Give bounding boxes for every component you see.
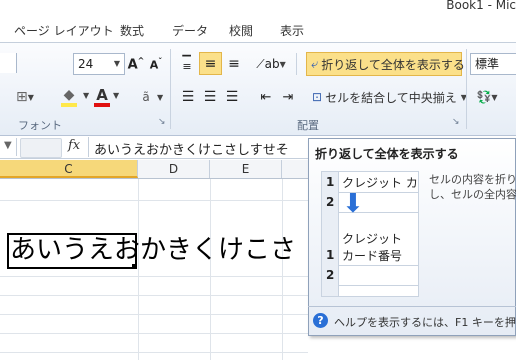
number-format-combo[interactable]: 標準 <box>470 53 516 75</box>
ribbon: 24 ▼ A^ Aˇ ⊞ ▼ ◆ ▼ A ▼ ã ▼ フォント ↘ ▔ ≡ ≡ ≡ … <box>0 43 516 136</box>
fill-color-bar <box>61 103 77 107</box>
row-number: 1 <box>326 175 335 189</box>
window-title: Book1 - Mic <box>446 0 516 12</box>
font-size-combo[interactable]: 24 ▼ <box>73 53 125 75</box>
decrease-indent-button[interactable]: ⇤ <box>256 87 276 107</box>
borders-button[interactable]: ⊞ ▼ <box>10 87 40 107</box>
currency-icon: 💱 <box>476 90 492 104</box>
phonetic-button[interactable]: ã <box>136 87 156 107</box>
chevron-down-icon[interactable]: ▼ <box>113 91 119 100</box>
wrap-text-icon: ⤶ <box>311 56 319 72</box>
align-center-button[interactable]: ☰ <box>200 87 220 107</box>
chevron-down-icon: ▼ <box>491 92 498 102</box>
fill-color-button[interactable]: ◆ <box>56 85 82 109</box>
alignment-group-label: 配置 <box>297 119 319 132</box>
middle-align-button[interactable]: ≡ <box>199 52 222 75</box>
name-box-dropdown-icon[interactable]: ▼ <box>4 140 12 151</box>
alignment-dialog-launcher-icon[interactable]: ↘ <box>452 117 460 127</box>
tab-view[interactable]: 表示 <box>280 22 304 39</box>
align-middle-icon: ≡ <box>204 55 217 72</box>
merge-center-label: セルを結合して中央揃え <box>325 90 457 105</box>
number-format-value: 標準 <box>475 57 500 71</box>
tooltip-desc-line1: セルの内容を折り返 <box>429 173 516 186</box>
chevron-down-icon[interactable]: ▼ <box>157 93 163 102</box>
ribbon-tab-row: ページ レイアウト 数式 データ 校閲 表示 <box>0 18 516 43</box>
down-arrow-icon: ⬇ <box>342 189 364 219</box>
decrease-indent-icon: ⇤ <box>260 89 272 105</box>
grow-font-icon: A^ <box>127 55 145 73</box>
after-cell-line1: クレジット <box>342 232 403 246</box>
tab-review[interactable]: 校閲 <box>229 22 253 39</box>
merge-cells-icon: ⊡ <box>312 90 323 104</box>
align-bottom-icon: ≡ <box>228 56 240 72</box>
top-align-button[interactable]: ▔ ≡ <box>176 53 198 75</box>
font-size-value: 24 <box>78 57 94 71</box>
help-icon: ? <box>313 313 328 328</box>
wrap-text-illustration: 1 2 クレジット カ ⬇ クレジット カード番号 1 2 <box>321 171 419 297</box>
borders-icon: ⊞ <box>16 89 28 105</box>
accounting-format-button[interactable]: 💱 ▼ <box>472 87 502 107</box>
phonetic-icon: ã <box>142 90 150 104</box>
tab-data[interactable]: データ <box>172 22 208 39</box>
tooltip-desc-line2: し、セルの全内容を <box>429 188 516 201</box>
align-right-icon: ☰ <box>225 89 239 105</box>
chevron-down-icon: ▼ <box>27 92 34 102</box>
chevron-down-icon: ▼ <box>113 59 120 68</box>
row-number: 2 <box>326 268 335 282</box>
title-bar: Book1 - Mic <box>0 0 516 18</box>
tab-page-layout[interactable]: ページ レイアウト <box>14 22 114 39</box>
bottom-align-button[interactable]: ≡ <box>223 53 245 75</box>
tooltip-footer: ? ヘルプを表示するには、F1 キーを押し <box>308 306 516 337</box>
wrap-text-button[interactable]: ⤶ 折り返して全体を表示する <box>306 52 465 76</box>
column-header-e[interactable]: E <box>210 160 282 178</box>
increase-indent-icon: ⇥ <box>282 89 294 105</box>
align-top-icon: ▔ ≡ <box>182 55 192 73</box>
cell-text: あいうえおかきくけこさ <box>10 235 297 265</box>
merge-center-button[interactable]: ⊡ セルを結合して中央揃え ▼ <box>308 87 467 107</box>
font-color-icon: A <box>96 86 108 104</box>
grow-font-button[interactable]: A^ <box>127 53 145 75</box>
font-color-bar <box>94 103 110 107</box>
font-dialog-launcher-icon[interactable]: ↘ <box>158 117 166 127</box>
font-color-button[interactable]: A <box>92 85 112 109</box>
align-right-button[interactable]: ☰ <box>222 87 242 107</box>
increase-indent-button[interactable]: ⇥ <box>278 87 298 107</box>
formula-bar-controls <box>20 138 62 158</box>
formula-input[interactable]: あいうえおかきくけこさしすせそ <box>88 137 309 158</box>
shrink-font-button[interactable]: Aˇ <box>147 53 165 75</box>
font-group-label: フォント <box>18 119 62 132</box>
formula-content: あいうえおかきくけこさしすせそ <box>94 143 289 158</box>
row-number: 1 <box>326 248 335 262</box>
orientation-button[interactable]: ⟋ab ▼ <box>256 53 286 75</box>
tab-formulas[interactable]: 数式 <box>120 22 144 39</box>
insert-function-icon[interactable]: fx <box>68 138 80 153</box>
shrink-font-icon: Aˇ <box>149 56 163 72</box>
orientation-icon: ⟋ab <box>256 56 280 71</box>
align-left-icon: ☰ <box>181 89 195 105</box>
font-name-combo-edge[interactable] <box>0 53 17 73</box>
paint-bucket-icon: ◆ <box>63 87 75 103</box>
after-cell-line2: カード番号 <box>342 249 403 263</box>
chevron-down-icon[interactable]: ▼ <box>83 91 89 100</box>
align-left-button[interactable]: ☰ <box>178 87 198 107</box>
align-center-icon: ☰ <box>203 89 217 105</box>
row-number: 2 <box>326 195 335 209</box>
column-header-d[interactable]: D <box>138 160 210 178</box>
column-header-c[interactable]: C <box>0 160 138 178</box>
tooltip-title: 折り返して全体を表示する <box>315 147 459 161</box>
chevron-down-icon: ▼ <box>279 59 286 69</box>
tooltip-help-text: ヘルプを表示するには、F1 キーを押し <box>334 316 516 329</box>
wrap-text-label: 折り返して全体を表示する <box>321 57 465 72</box>
